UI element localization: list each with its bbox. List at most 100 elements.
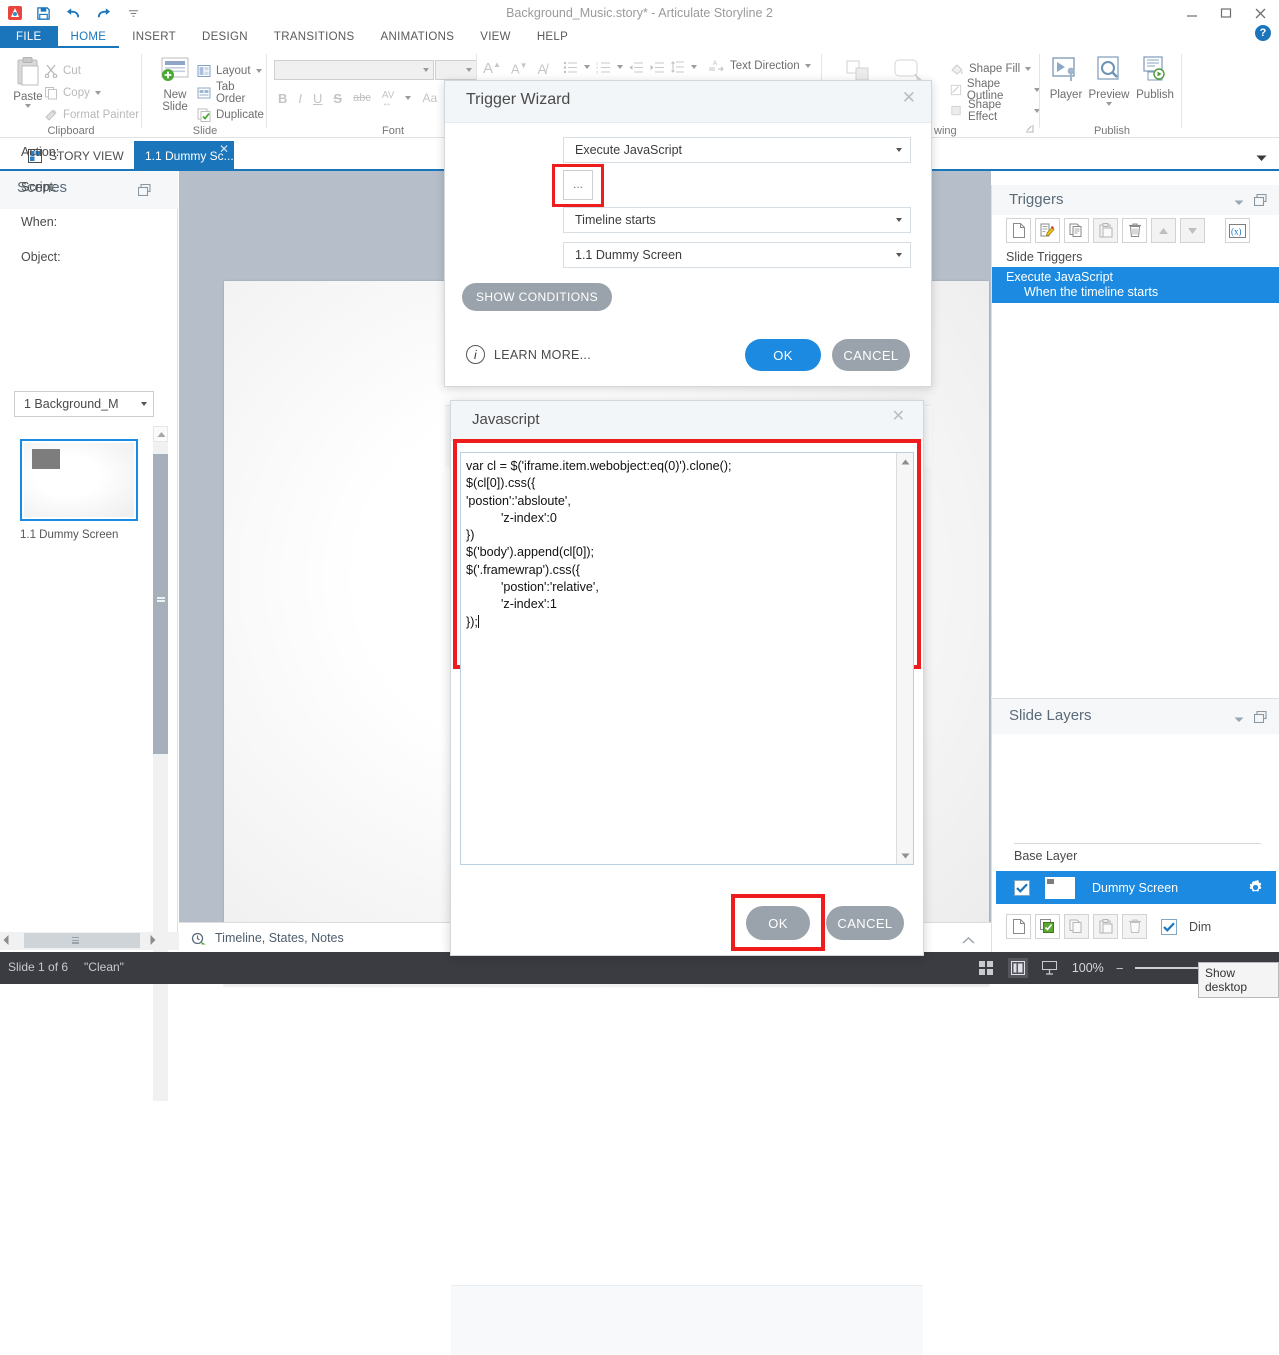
- ribbon-tab-transitions[interactable]: TRANSITIONS: [261, 26, 368, 48]
- maximize-button[interactable]: [1209, 0, 1243, 26]
- customize-qat-button[interactable]: [118, 0, 148, 26]
- change-case-button[interactable]: Aa: [422, 91, 437, 105]
- delete-layer-icon[interactable]: [1122, 914, 1147, 939]
- move-down-icon[interactable]: [1180, 218, 1205, 243]
- timeline-collapse-icon[interactable]: [962, 934, 982, 950]
- shape-fill-chevron-down-icon[interactable]: [1025, 67, 1031, 71]
- font-family-chevron-down-icon[interactable]: [423, 68, 429, 72]
- trigger-list-item[interactable]: Execute JavaScript When the timeline sta…: [992, 267, 1279, 303]
- chevron-down-icon[interactable]: [1234, 195, 1244, 209]
- close-button[interactable]: [1243, 0, 1277, 26]
- publish-button[interactable]: Publish: [1132, 56, 1178, 101]
- ribbon-tab-file[interactable]: FILE: [0, 26, 58, 48]
- edit-layer-icon[interactable]: [1035, 914, 1060, 939]
- bold-button[interactable]: B: [278, 91, 287, 106]
- increase-indent-icon[interactable]: [650, 61, 665, 74]
- strikethrough-button[interactable]: S: [333, 91, 342, 106]
- shape-outline-button[interactable]: Shape Outline: [950, 79, 1040, 100]
- new-trigger-icon[interactable]: [1006, 218, 1031, 243]
- layout-button[interactable]: Layout: [197, 60, 262, 81]
- trigger-wizard-cancel-button[interactable]: CANCEL: [832, 339, 910, 371]
- scene-select-chevron-down-icon[interactable]: [141, 402, 147, 406]
- normal-view-icon[interactable]: [976, 958, 996, 978]
- scene-select[interactable]: 1 Background_M: [14, 391, 154, 417]
- copy-chevron-down-icon[interactable]: [95, 91, 101, 95]
- close-icon[interactable]: ✕: [892, 410, 905, 424]
- paste-button[interactable]: Paste: [8, 56, 48, 108]
- slide-thumbnail[interactable]: [20, 439, 138, 521]
- format-painter-button[interactable]: Format Painter: [44, 104, 139, 125]
- variables-icon[interactable]: (x): [1225, 218, 1250, 243]
- numbered-list-chevron-down-icon[interactable]: [617, 65, 623, 69]
- action-chevron-down-icon[interactable]: [896, 148, 902, 152]
- redo-button[interactable]: [88, 0, 118, 26]
- layout-chevron-down-icon[interactable]: [256, 69, 262, 73]
- clear-formatting-icon[interactable]: A̸: [538, 61, 547, 77]
- canvas-horizontal-scrollbar[interactable]: [0, 932, 179, 950]
- decrease-indent-icon[interactable]: [629, 61, 644, 74]
- text-direction-chevron-down-icon[interactable]: [805, 64, 811, 68]
- player-button[interactable]: Player: [1046, 56, 1086, 101]
- chevron-down-icon[interactable]: [1256, 151, 1267, 165]
- new-slide-button[interactable]: New Slide: [153, 56, 197, 113]
- ribbon-tab-help[interactable]: HELP: [524, 26, 581, 48]
- delete-trigger-icon[interactable]: [1122, 218, 1147, 243]
- line-spacing-icon[interactable]: [671, 60, 685, 74]
- copy-trigger-icon[interactable]: [1064, 218, 1089, 243]
- shape-fill-button[interactable]: Shape Fill: [950, 58, 1031, 79]
- grow-font-icon[interactable]: A▲: [483, 60, 501, 77]
- scroll-right-icon[interactable]: [148, 934, 157, 949]
- ribbon-tab-home[interactable]: HOME: [58, 26, 120, 48]
- character-spacing-button[interactable]: AV↔: [382, 90, 395, 106]
- trigger-wizard-ok-button[interactable]: OK: [745, 339, 821, 371]
- shrink-font-icon[interactable]: A▼: [511, 61, 528, 76]
- dim-checkbox[interactable]: [1161, 919, 1177, 935]
- code-editor-scrollbar[interactable]: [896, 453, 913, 864]
- character-spacing-chevron-down-icon[interactable]: [405, 96, 411, 100]
- tab-order-button[interactable]: Tab Order: [197, 82, 267, 103]
- bullet-list-icon[interactable]: [563, 61, 578, 74]
- when-chevron-down-icon[interactable]: [896, 218, 902, 222]
- close-icon[interactable]: ✕: [902, 91, 916, 105]
- font-size-chevron-down-icon[interactable]: [466, 68, 472, 72]
- scrollbar-thumb[interactable]: [24, 933, 140, 948]
- paste-layer-icon[interactable]: [1093, 914, 1118, 939]
- scroll-down-icon[interactable]: [897, 847, 914, 864]
- save-button[interactable]: [28, 0, 58, 26]
- preview-chevron-down-icon[interactable]: [1106, 102, 1112, 106]
- gear-icon[interactable]: [1247, 879, 1264, 899]
- bullet-list-chevron-down-icon[interactable]: [584, 65, 590, 69]
- underline-button[interactable]: U: [313, 91, 322, 106]
- layer-list-item[interactable]: Dummy Screen: [996, 871, 1276, 904]
- javascript-code-editor[interactable]: var cl = $('iframe.item.webobject:eq(0)'…: [460, 452, 914, 865]
- help-icon[interactable]: ?: [1255, 25, 1271, 41]
- minimize-button[interactable]: [1175, 0, 1209, 26]
- scroll-up-icon[interactable]: [153, 426, 168, 442]
- ribbon-tab-insert[interactable]: INSERT: [119, 26, 189, 48]
- scroll-up-icon[interactable]: [897, 453, 914, 470]
- paste-trigger-icon[interactable]: [1093, 218, 1118, 243]
- drawing-dialog-launcher-icon[interactable]: [1025, 122, 1034, 136]
- ribbon-tab-animations[interactable]: ANIMATIONS: [368, 26, 468, 48]
- javascript-cancel-button[interactable]: CANCEL: [826, 906, 904, 940]
- fit-to-window-icon[interactable]: [1040, 958, 1060, 978]
- font-family-select[interactable]: [274, 60, 434, 80]
- object-chevron-down-icon[interactable]: [896, 253, 902, 257]
- zoom-out-button[interactable]: −: [1116, 961, 1124, 976]
- ribbon-tab-design[interactable]: DESIGN: [189, 26, 261, 48]
- duplicate-button[interactable]: Duplicate: [197, 104, 264, 125]
- shape-effect-button[interactable]: Shape Effect: [950, 100, 1040, 121]
- object-select[interactable]: 1.1 Dummy Screen: [563, 242, 911, 268]
- restore-panel-icon[interactable]: [138, 184, 151, 199]
- edit-trigger-icon[interactable]: [1035, 218, 1060, 243]
- script-browse-button[interactable]: ...: [563, 170, 593, 200]
- scrollbar-thumb[interactable]: [153, 454, 168, 754]
- learn-more-link[interactable]: i LEARN MORE...: [466, 345, 591, 364]
- layer-visibility-checkbox[interactable]: [1014, 880, 1030, 896]
- restore-panel-icon[interactable]: [1254, 194, 1267, 209]
- ribbon-tab-view[interactable]: VIEW: [467, 26, 524, 48]
- undo-button[interactable]: [58, 0, 88, 26]
- cut-button[interactable]: Cut: [44, 60, 81, 81]
- when-select[interactable]: Timeline starts: [563, 207, 911, 233]
- copy-layer-icon[interactable]: [1064, 914, 1089, 939]
